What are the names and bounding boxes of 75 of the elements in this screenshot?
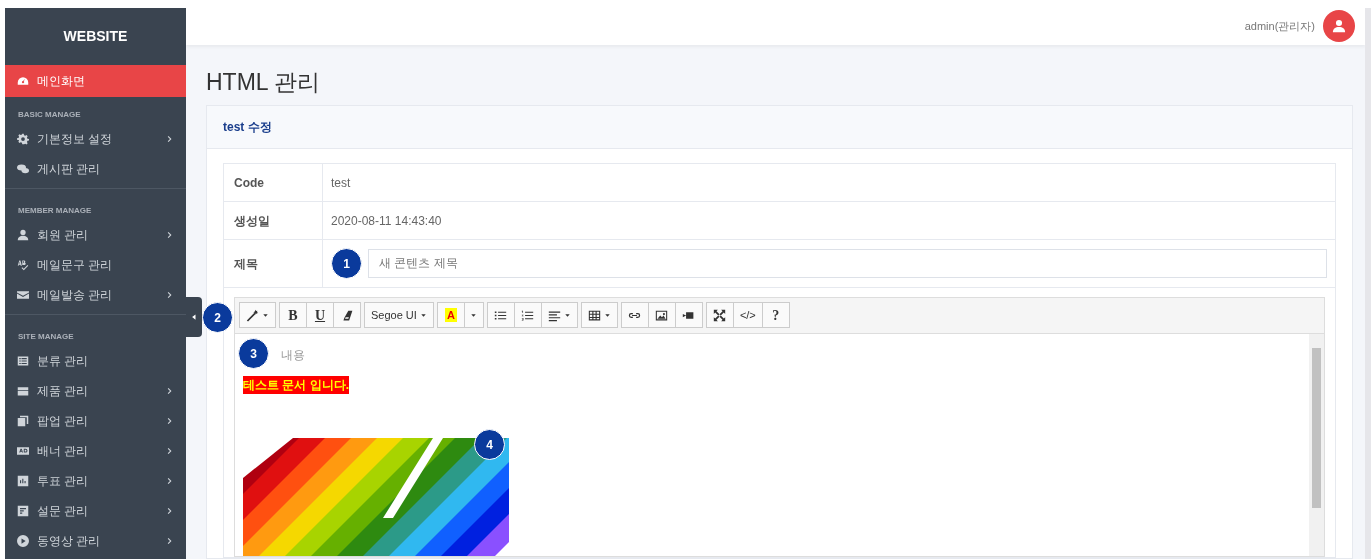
image-icon — [655, 308, 669, 322]
field-value: 2020-08-11 14:43:40 — [330, 212, 443, 230]
sidebar-item[interactable]: 기본정보 설정 — [5, 124, 186, 154]
underline-button[interactable]: U — [306, 302, 334, 328]
envelope-icon — [17, 289, 29, 301]
align-button[interactable] — [540, 302, 578, 328]
gauge-icon — [17, 75, 29, 87]
play-icon — [17, 535, 29, 547]
field-value: test — [330, 174, 352, 192]
field-label: 제목 — [224, 240, 323, 287]
avatar-button[interactable] — [1323, 10, 1355, 43]
sidebar-item[interactable]: 회원 관리 — [5, 220, 186, 250]
title-field[interactable]: 새 콘텐츠 제목 — [368, 249, 1327, 278]
eraser-button[interactable] — [333, 302, 361, 328]
gear-icon — [17, 133, 29, 145]
user-icon — [17, 229, 29, 241]
copy-icon — [17, 415, 29, 427]
toolbar-button[interactable]: B — [279, 302, 307, 328]
text-color-button[interactable]: A — [436, 302, 465, 328]
video-button[interactable] — [674, 302, 703, 328]
scrollbar[interactable] — [1309, 334, 1324, 556]
list-icon — [17, 355, 29, 367]
numbered-list-button[interactable] — [513, 302, 542, 328]
sidebar-item[interactable]: 게시판 관리 — [5, 154, 186, 184]
box-icon — [17, 385, 29, 397]
table-button[interactable] — [580, 302, 618, 328]
sidebar-item[interactable]: 팝업 관리 — [5, 406, 186, 436]
bullet-list-icon — [494, 308, 508, 322]
ad-icon — [17, 445, 29, 457]
table-icon — [587, 308, 601, 322]
placeholder-text: 내용 — [281, 347, 305, 364]
magic-wand-icon — [246, 308, 259, 322]
caret-down-icon — [470, 312, 478, 318]
user-icon — [1332, 19, 1346, 34]
link-button[interactable] — [620, 302, 649, 328]
card-title: test 수정 — [207, 106, 1352, 149]
bullet-list-button[interactable] — [486, 302, 515, 328]
image-button[interactable] — [647, 302, 676, 328]
section-heading: BASIC MANAGE — [17, 109, 82, 121]
user-name: admin(관리자) — [1244, 19, 1315, 34]
toolbar-button[interactable]: ? — [761, 302, 790, 328]
font-family-button[interactable]: Segoe UI — [364, 302, 434, 328]
callout-badge: 1 — [331, 248, 362, 279]
section-heading: MEMBER MANAGE — [17, 205, 93, 217]
fullscreen-icon — [713, 308, 727, 322]
fullscreen-button[interactable] — [705, 302, 734, 328]
chat-icon — [17, 163, 29, 175]
section-heading: SITE MANAGE — [17, 331, 75, 343]
align-icon — [547, 308, 561, 322]
field-label: Code — [224, 164, 323, 201]
caret-down-icon — [603, 312, 611, 318]
highlighted-text: 테스트 문서 입니다. — [243, 376, 349, 394]
sidebar-item[interactable]: 제품 관리 — [5, 376, 186, 406]
page-title: HTML 관리 — [206, 67, 322, 97]
magic-wand-button[interactable] — [239, 302, 276, 328]
sidebar-item[interactable]: 메일문구 관리 — [5, 250, 186, 280]
logo[interactable]: WEBSITE — [5, 8, 186, 65]
caret-down-icon — [563, 312, 571, 318]
sidebar-item[interactable]: 동영상 관리 — [5, 526, 186, 556]
sidebar-item[interactable]: 배너 관리 — [5, 436, 186, 466]
field-label: 생성일 — [224, 202, 323, 239]
spellcheck-icon — [17, 259, 29, 271]
code-view-button[interactable]: </> — [732, 302, 763, 328]
numbered-list-icon — [521, 308, 535, 322]
sidebar-toggle[interactable] — [186, 297, 202, 337]
chart-icon — [17, 475, 29, 487]
caret-left-icon — [191, 313, 197, 321]
caret-down-icon — [419, 312, 427, 318]
sidebar-item[interactable]: 분류 관리 — [5, 346, 186, 376]
form-icon — [17, 505, 29, 517]
sidebar-item[interactable]: 메인화면 — [5, 65, 186, 97]
sidebar-item[interactable]: 메일발송 관리 — [5, 280, 186, 310]
sidebar-item[interactable]: 설문 관리 — [5, 496, 186, 526]
sidebar-item[interactable]: 투표 관리 — [5, 466, 186, 496]
caret-down-icon — [262, 312, 269, 318]
